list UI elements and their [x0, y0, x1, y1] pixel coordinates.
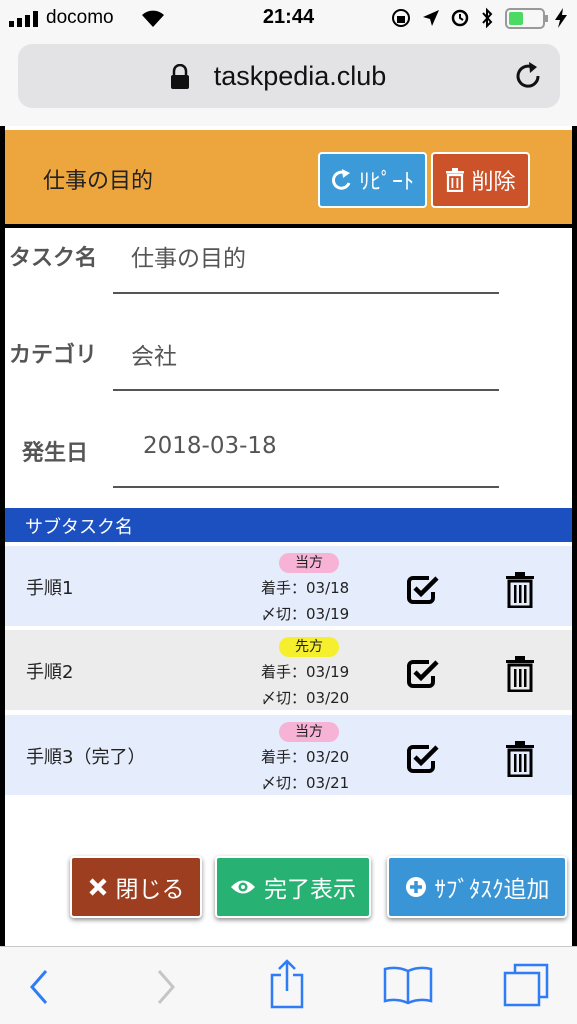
add-subtask-label: ｻﾌﾞﾀｽｸ追加	[434, 877, 550, 903]
battery-icon	[505, 8, 548, 29]
start-date: 着手：03/19	[261, 663, 350, 681]
bookmarks-icon[interactable]	[383, 965, 433, 1005]
start-date: 着手：03/20	[261, 748, 350, 766]
web-content: 仕事の目的 ﾘﾋﾟｰﾄ 削除 タスク名 仕事の目的 カテゴリ 会社 発生日 20…	[0, 126, 577, 946]
deadline-date: 〆切：03/19	[261, 605, 350, 623]
trash-icon[interactable]	[505, 741, 535, 777]
task-name-input[interactable]: 仕事の目的	[131, 239, 246, 273]
add-subtask-button[interactable]: ｻﾌﾞﾀｽｸ追加	[387, 856, 567, 918]
date-input[interactable]: 2018-03-18	[143, 433, 277, 459]
back-chevron-icon[interactable]	[28, 969, 50, 1005]
bluetooth-icon	[482, 7, 493, 29]
forward-chevron-icon[interactable]	[155, 969, 177, 1005]
task-header: 仕事の目的 ﾘﾋﾟｰﾄ 削除	[5, 130, 572, 228]
subtask-name: 手順2	[26, 662, 74, 683]
checkbox-icon[interactable]	[407, 574, 439, 604]
task-name-label: タスク名	[9, 246, 98, 271]
alarm-icon	[451, 9, 469, 27]
trash-icon[interactable]	[505, 572, 535, 608]
repeat-label: ﾘﾋﾟｰﾄ	[358, 170, 414, 195]
charging-bolt-icon	[555, 8, 567, 28]
checkbox-icon[interactable]	[407, 658, 439, 688]
plus-circle-icon	[405, 877, 426, 897]
category-label: カテゴリ	[9, 343, 98, 368]
close-label: 閉じる	[115, 877, 185, 903]
owner-badge: 当方	[279, 722, 339, 742]
subtask-header: サブタスク名	[5, 508, 572, 542]
close-icon	[88, 878, 107, 896]
address-bar[interactable]: taskpedia.club	[18, 44, 560, 108]
subtask-row[interactable]: 手順3（完了） 当方 着手：03/20 〆切：03/21	[5, 715, 572, 795]
date-underline	[113, 486, 499, 488]
trash-icon	[446, 168, 465, 192]
deadline-date: 〆切：03/21	[261, 774, 350, 792]
task-name-underline	[113, 292, 499, 294]
category-underline	[113, 389, 499, 391]
tabs-icon[interactable]	[503, 963, 549, 1007]
subtask-row[interactable]: 手順2 先方 着手：03/19 〆切：03/20	[5, 630, 572, 710]
delete-button[interactable]: 削除	[431, 152, 530, 208]
date-label: 発生日	[22, 441, 89, 466]
start-date: 着手：03/18	[261, 579, 350, 597]
category-input[interactable]: 会社	[131, 337, 177, 371]
url-text: taskpedia.club	[213, 61, 387, 91]
owner-badge: 当方	[279, 553, 339, 573]
subtask-name: 手順1	[26, 578, 74, 599]
browser-toolbar	[0, 946, 577, 1024]
task-title: 仕事の目的	[43, 169, 154, 194]
owner-badge: 先方	[279, 637, 339, 657]
subtask-name: 手順3（完了）	[26, 747, 146, 768]
show-completed-button[interactable]: 完了表示	[215, 856, 371, 918]
eye-icon	[231, 880, 255, 894]
status-bar: docomo 21:44	[0, 0, 577, 36]
location-arrow-icon	[423, 10, 439, 26]
show-completed-label: 完了表示	[264, 877, 356, 903]
checkbox-icon[interactable]	[407, 743, 439, 773]
refresh-icon	[332, 169, 351, 190]
task-panel: 仕事の目的 ﾘﾋﾟｰﾄ 削除 タスク名 仕事の目的 カテゴリ 会社 発生日 20…	[5, 126, 572, 946]
repeat-button[interactable]: ﾘﾋﾟｰﾄ	[318, 152, 427, 208]
rotation-lock-icon	[392, 9, 410, 27]
share-icon[interactable]	[268, 959, 306, 1009]
subtask-row[interactable]: 手順1 当方 着手：03/18 〆切：03/19	[5, 546, 572, 626]
deadline-date: 〆切：03/20	[261, 689, 350, 707]
delete-label: 削除	[471, 170, 516, 195]
trash-icon[interactable]	[505, 656, 535, 692]
close-button[interactable]: 閉じる	[70, 856, 202, 918]
reload-icon[interactable]	[512, 60, 544, 92]
